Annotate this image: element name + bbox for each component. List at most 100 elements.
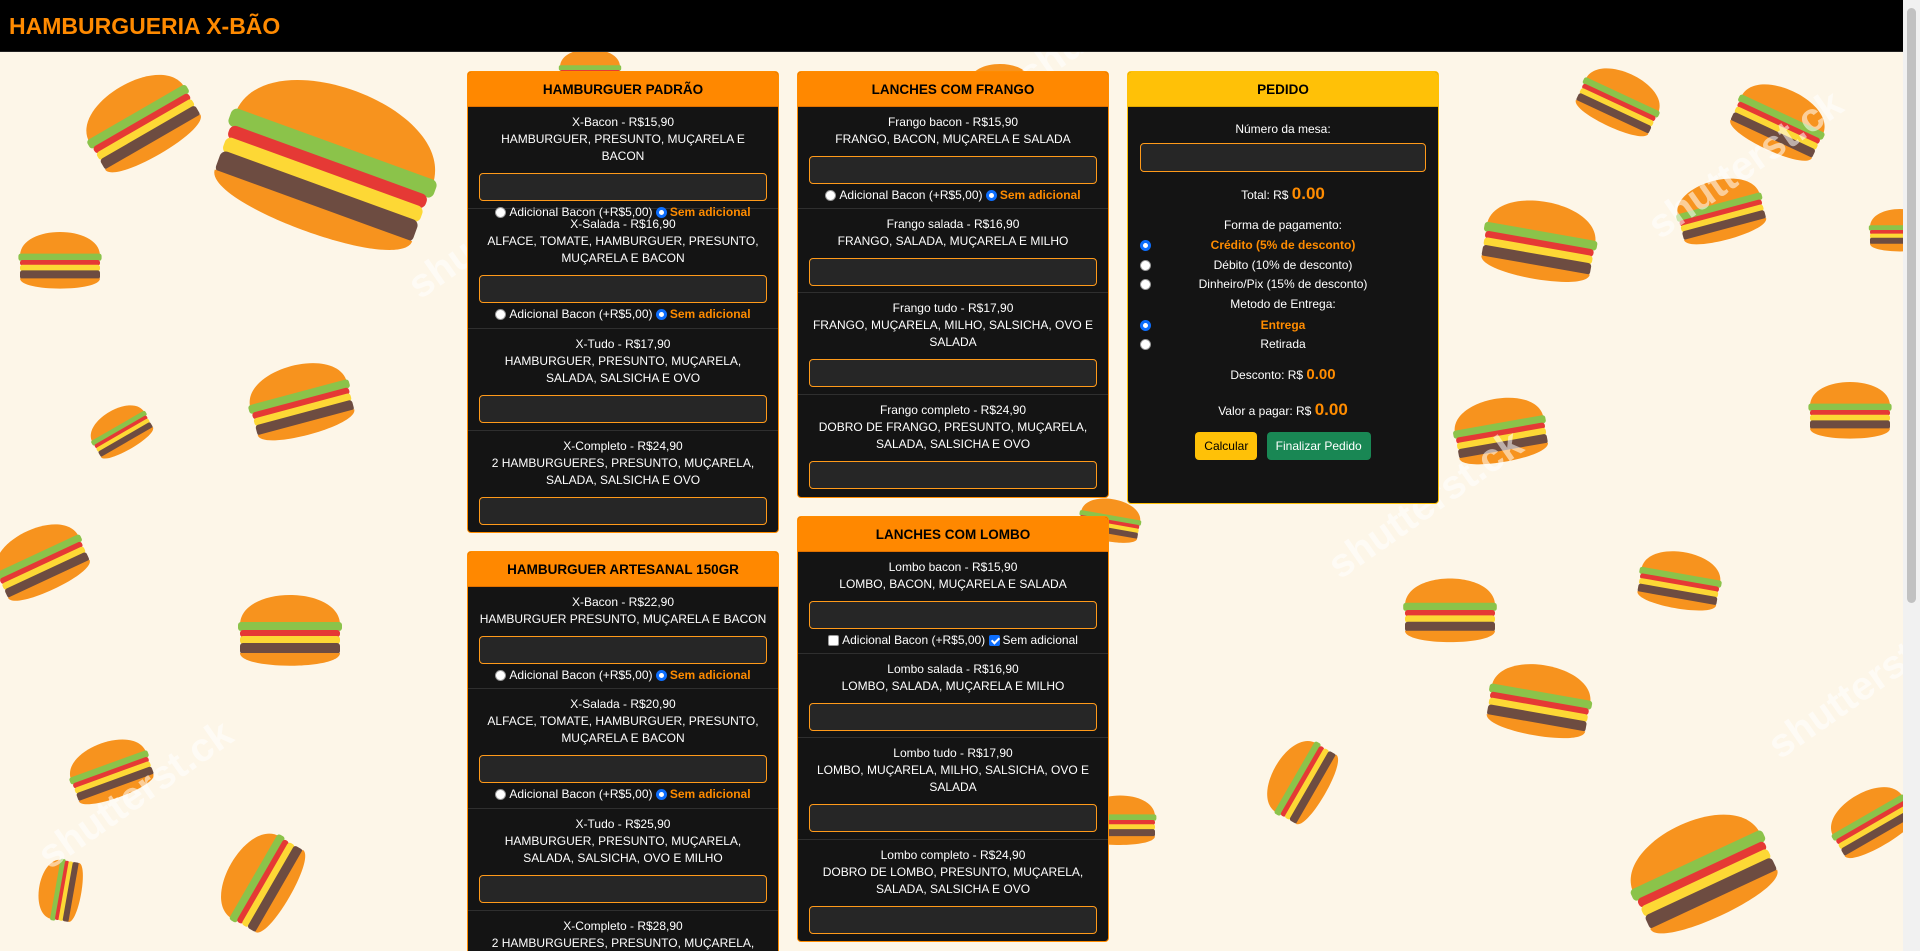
quantity-input[interactable] bbox=[479, 636, 767, 664]
desconto-line: Desconto: R$ 0.00 bbox=[1230, 365, 1336, 383]
radio-selected-icon[interactable] bbox=[655, 788, 667, 800]
burger-icon bbox=[221, 833, 305, 933]
item-desc: 2 HAMBURGUERES, PRESUNTO, MUÇARELA, SALA… bbox=[491, 936, 755, 950]
item-name: X-Tudo - R$25,90 bbox=[575, 817, 671, 831]
burger-icon bbox=[1808, 382, 1892, 439]
item-name: Frango bacon - R$15,90 bbox=[887, 115, 1019, 129]
menu-item: Lombo bacon - R$15,90 LOMBO, BACON, MUÇA… bbox=[798, 552, 1108, 654]
pedido-form: Número da mesa: Total: R$ 0.00 Forma de … bbox=[1128, 107, 1438, 468]
burger-icon bbox=[214, 80, 437, 251]
menu-item: Lombo salada - R$16,90 LOMBO, SALADA, MU… bbox=[798, 654, 1108, 738]
quantity-input[interactable] bbox=[809, 703, 1097, 731]
card-hamburguer-padrao: HAMBURGUER PADRÃO X-Bacon - R$15,90 HAMB… bbox=[467, 71, 779, 533]
option-no-addon[interactable]: Sem adicional bbox=[655, 667, 751, 683]
quantity-input[interactable] bbox=[479, 755, 767, 783]
option-credito[interactable]: Crédito (5% de desconto) bbox=[1140, 236, 1426, 256]
menu-item: Lombo tudo - R$17,90 LOMBO, MUÇARELA, MI… bbox=[798, 738, 1108, 840]
menu-item: X-Salada - R$16,90 ALFACE, TOMATE, HAMBU… bbox=[468, 209, 778, 329]
radio-selected-icon[interactable] bbox=[1140, 319, 1151, 331]
burger-icon bbox=[86, 75, 201, 173]
radio-selected-icon[interactable] bbox=[655, 669, 667, 681]
menu-item: Lombo completo - R$24,90 DOBRO DE LOMBO,… bbox=[798, 840, 1108, 941]
radio-selected-icon[interactable] bbox=[1140, 240, 1151, 251]
quantity-input[interactable] bbox=[809, 906, 1097, 934]
item-name: X-Bacon - R$15,90 bbox=[571, 115, 675, 129]
calcular-button[interactable]: Calcular bbox=[1195, 431, 1258, 460]
option-bacon[interactable]: Adicional Bacon (+R$5,00) bbox=[825, 187, 983, 203]
pagar-line: Valor a pagar: R$ 0.00 bbox=[1218, 399, 1348, 419]
quantity-input[interactable] bbox=[479, 275, 767, 303]
option-no-addon[interactable]: Sem adicional bbox=[985, 187, 1081, 203]
checkbox-checked-icon[interactable] bbox=[988, 634, 1000, 646]
page-scrollbar[interactable] bbox=[1903, 0, 1920, 951]
radio-icon[interactable] bbox=[1140, 279, 1151, 290]
item-name: Lombo completo - R$24,90 bbox=[880, 848, 1026, 862]
item-desc: FRANGO, SALADA, MUÇARELA E MILHO bbox=[837, 234, 1069, 248]
bacon-options: Adicional Bacon (+R$5,00) Sem adicional bbox=[809, 187, 1097, 205]
option-no-addon[interactable]: Sem adicional bbox=[655, 786, 751, 802]
radio-icon[interactable] bbox=[1140, 259, 1151, 271]
item-desc: HAMBURGUER, PRESUNTO, MUÇARELA E BACON bbox=[501, 132, 745, 163]
option-no-addon[interactable]: Sem adicional bbox=[655, 306, 751, 322]
quantity-input[interactable] bbox=[479, 173, 767, 201]
quantity-input[interactable] bbox=[809, 804, 1097, 832]
option-no-addon[interactable]: Sem adicional bbox=[988, 632, 1078, 648]
quantity-input[interactable] bbox=[809, 461, 1097, 489]
quantity-input[interactable] bbox=[809, 359, 1097, 387]
option-debito[interactable]: Débito (10% de desconto) bbox=[1140, 256, 1426, 276]
quantity-input[interactable] bbox=[479, 875, 767, 903]
menu-item: X-Bacon - R$22,90 HAMBURGUER PRESUNTO, M… bbox=[468, 587, 778, 689]
option-bacon[interactable]: Adicional Bacon (+R$5,00) bbox=[828, 632, 985, 648]
option-dinheiro-pix[interactable]: Dinheiro/Pix (15% de desconto) bbox=[1140, 275, 1426, 295]
item-name: X-Salada - R$20,90 bbox=[570, 697, 676, 711]
option-retirada[interactable]: Retirada bbox=[1140, 335, 1426, 355]
total-line: Total: R$ 0.00 bbox=[1241, 184, 1325, 203]
card-pedido: PEDIDO Número da mesa: Total: R$ 0.00 Fo… bbox=[1127, 71, 1439, 504]
radio-selected-icon[interactable] bbox=[655, 308, 667, 320]
option-bacon[interactable]: Adicional Bacon (+R$5,00) bbox=[495, 667, 653, 683]
option-bacon[interactable]: Adicional Bacon (+R$5,00) bbox=[495, 306, 653, 322]
pagamento-label: Forma de pagamento: bbox=[1223, 218, 1343, 232]
option-bacon[interactable]: Adicional Bacon (+R$5,00) bbox=[495, 786, 653, 802]
burger-icon bbox=[0, 524, 90, 601]
quantity-input[interactable] bbox=[479, 497, 767, 525]
quantity-input[interactable] bbox=[809, 601, 1097, 629]
radio-selected-icon[interactable] bbox=[985, 189, 997, 201]
item-desc: HAMBURGUER, PRESUNTO, MUÇARELA, SALADA, … bbox=[504, 834, 742, 865]
card-lanches-frango: LANCHES COM FRANGO Frango bacon - R$15,9… bbox=[797, 71, 1109, 498]
radio-icon[interactable] bbox=[495, 788, 507, 800]
quantity-input[interactable] bbox=[479, 395, 767, 423]
menu-item: Frango salada - R$16,90 FRANGO, SALADA, … bbox=[798, 209, 1108, 293]
radio-icon[interactable] bbox=[495, 669, 507, 681]
bacon-options: Adicional Bacon (+R$5,00) Sem adicional bbox=[809, 632, 1097, 650]
radio-icon[interactable] bbox=[495, 206, 507, 218]
burger-icon bbox=[1486, 664, 1593, 739]
burger-icon bbox=[1481, 200, 1598, 282]
brand-title[interactable]: HAMBURGUERIA X-BÃO bbox=[9, 13, 280, 40]
menu-item: X-Completo - R$24,90 2 HAMBURGUERES, PRE… bbox=[468, 431, 778, 532]
checkbox-icon[interactable] bbox=[828, 634, 840, 646]
radio-icon[interactable] bbox=[495, 308, 507, 320]
quantity-input[interactable] bbox=[809, 156, 1097, 184]
finalizar-pedido-button[interactable]: Finalizar Pedido bbox=[1266, 431, 1371, 460]
menu-item: X-Salada - R$20,90 ALFACE, TOMATE, HAMBU… bbox=[468, 689, 778, 809]
item-desc: LOMBO, BACON, MUÇARELA E SALADA bbox=[839, 577, 1067, 591]
item-desc: HAMBURGUER PRESUNTO, MUÇARELA E BACON bbox=[479, 612, 767, 626]
desconto-value: 0.00 bbox=[1306, 365, 1336, 383]
item-name: Lombo salada - R$16,90 bbox=[887, 662, 1019, 676]
card-title: LANCHES COM LOMBO bbox=[798, 517, 1108, 552]
item-name: X-Tudo - R$17,90 bbox=[575, 337, 671, 351]
item-desc: FRANGO, MUÇARELA, MILHO, SALSICHA, OVO E… bbox=[812, 318, 1094, 349]
card-title: PEDIDO bbox=[1128, 72, 1438, 107]
item-desc: DOBRO DE LOMBO, PRESUNTO, MUÇARELA, SALA… bbox=[822, 865, 1084, 896]
scrollbar-thumb[interactable] bbox=[1907, 8, 1916, 603]
burger-icon bbox=[238, 595, 342, 666]
radio-icon[interactable] bbox=[1140, 339, 1151, 350]
card-title: HAMBURGUER ARTESANAL 150GR bbox=[468, 552, 778, 587]
radio-icon[interactable] bbox=[825, 189, 837, 201]
option-entrega[interactable]: Entrega bbox=[1140, 316, 1426, 336]
quantity-input[interactable] bbox=[809, 258, 1097, 286]
mesa-input[interactable] bbox=[1140, 143, 1426, 172]
item-name: Frango completo - R$24,90 bbox=[879, 403, 1027, 417]
menu-item: Frango tudo - R$17,90 FRANGO, MUÇARELA, … bbox=[798, 293, 1108, 395]
